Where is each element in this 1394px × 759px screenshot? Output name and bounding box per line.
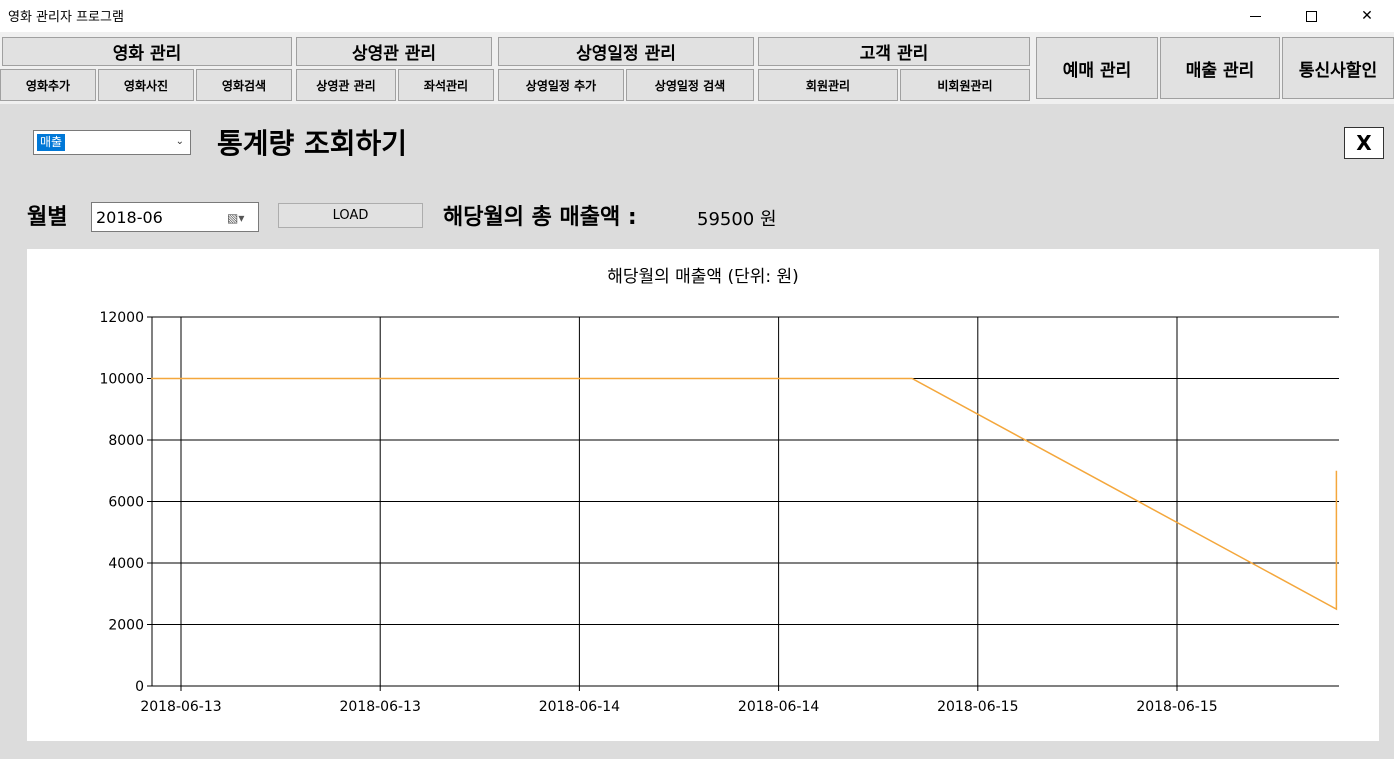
x-tick-label: 2018-06-14 [539,699,620,715]
theater-manage-button[interactable]: 상영관 관리 [296,69,396,101]
page-title: 통계량 조회하기 [217,127,408,160]
maximize-button[interactable] [1288,0,1334,32]
group-schedule-management: 상영일정 관리 [498,37,754,66]
y-tick-label: 6000 [108,495,144,511]
search-movie-button[interactable]: 영화검색 [196,69,292,101]
window-title: 영화 관리자 프로그램 [8,10,124,25]
x-tick-label: 2018-06-13 [340,699,421,715]
group-customer-management: 고객 관리 [758,37,1030,66]
x-tick-label: 2018-06-14 [738,699,819,715]
seat-manage-button[interactable]: 좌석관리 [398,69,494,101]
chart-title: 해당월의 매출액 (단위: 원) [607,267,799,287]
total-sales-label: 해당월의 총 매출액 : [443,205,637,230]
combo-selected-value: 매출 [37,134,66,151]
title-bar: 영화 관리자 프로그램 ✕ [0,0,1394,32]
close-icon: ✕ [1361,8,1373,24]
month-date-picker[interactable]: 2018-06 ▧▾ [91,202,259,232]
add-movie-button[interactable]: 영화추가 [0,69,96,101]
reservation-manage-button[interactable]: 예매 관리 [1036,37,1158,99]
member-manage-button[interactable]: 회원관리 [758,69,898,101]
y-tick-label: 2000 [108,618,144,634]
y-tick-label: 10000 [99,372,144,388]
y-tick-label: 12000 [99,310,144,326]
chevron-down-icon: ⌄ [175,136,184,147]
x-tick-label: 2018-06-15 [1136,699,1217,715]
sales-manage-button[interactable]: 매출 관리 [1160,37,1280,99]
minimize-icon [1249,15,1261,17]
movie-photo-button[interactable]: 영화사진 [98,69,194,101]
group-movie-management: 영화 관리 [2,37,292,66]
calendar-dropdown-icon[interactable]: ▧▾ [227,211,244,225]
y-tick-label: 4000 [108,556,144,572]
stats-type-combo[interactable]: 매출 ⌄ [33,130,191,155]
close-panel-button[interactable]: X [1344,127,1384,159]
nonmember-manage-button[interactable]: 비회원관리 [900,69,1030,101]
sales-line-chart: 해당월의 매출액 (단위: 원) 0 2000 4000 6000 8000 10000 1… [99,267,1339,715]
y-tick-label: 8000 [108,433,144,449]
search-schedule-button[interactable]: 상영일정 검색 [626,69,754,101]
sales-series-line [151,377,1338,611]
add-schedule-button[interactable]: 상영일정 추가 [498,69,624,101]
x-tick-label: 2018-06-13 [140,699,221,715]
group-theater-management: 상영관 관리 [296,37,492,66]
y-tick-label: 0 [135,679,144,695]
minimize-button[interactable] [1232,0,1278,32]
main-menu: 영화 관리 상영관 관리 상영일정 관리 고객 관리 영화추가 영화사진 영화검… [0,32,1394,104]
load-button[interactable]: LOAD [278,203,423,228]
telecom-discount-button[interactable]: 통신사할인 [1282,37,1394,99]
total-sales-value: 59500 원 [697,209,777,230]
x-tick-label: 2018-06-15 [937,699,1018,715]
sales-chart-area: 해당월의 매출액 (단위: 원) 0 2000 4000 6000 8000 10000 1… [27,249,1379,741]
maximize-icon [1305,10,1317,22]
date-value: 2018-06 [96,208,163,227]
close-window-button[interactable]: ✕ [1344,0,1390,32]
month-label: 월별 [27,205,68,230]
